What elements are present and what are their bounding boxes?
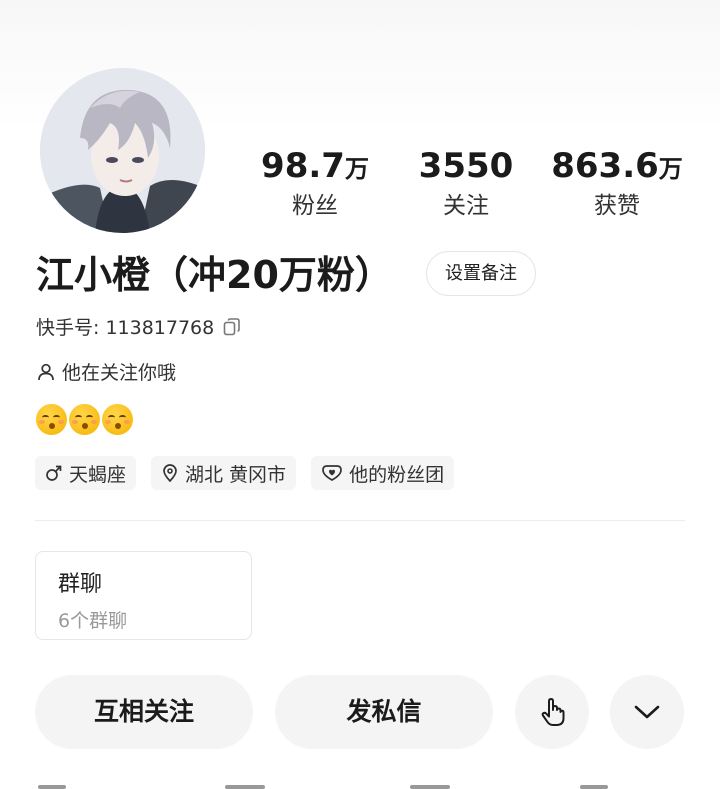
- location-text: 湖北 黄冈市: [185, 463, 287, 486]
- location-pin-icon: [161, 464, 179, 482]
- likes-label: 获赞: [594, 193, 640, 219]
- copy-icon[interactable]: [222, 317, 242, 337]
- kwai-id: 快手号: 113817768: [36, 313, 242, 340]
- more-button[interactable]: [610, 675, 684, 749]
- avatar-illustration: [40, 68, 205, 233]
- group-chat-title: 群聊: [58, 572, 103, 597]
- kissing-face-emoji-icon: [102, 404, 133, 435]
- heart-badge-icon: [321, 464, 343, 482]
- next-section-peek: [0, 782, 720, 789]
- following-count: 3550: [391, 146, 541, 189]
- mutual-follow-button[interactable]: 互相关注: [35, 675, 253, 749]
- chevron-down-icon: [634, 704, 660, 720]
- set-remark-button[interactable]: 设置备注: [426, 251, 536, 296]
- tag-zodiac: 天蝎座: [35, 456, 137, 490]
- poke-button[interactable]: [515, 675, 589, 749]
- send-message-button[interactable]: 发私信: [275, 675, 493, 749]
- fans-label: 粉丝: [292, 193, 338, 219]
- stat-following[interactable]: 3550 关注: [391, 146, 541, 221]
- tag-location: 湖北 黄冈市: [151, 456, 297, 490]
- kissing-face-emoji-icon: [69, 404, 100, 435]
- kwai-id-text: 快手号: 113817768: [36, 317, 215, 339]
- group-chat-count: 6个群聊: [58, 610, 128, 632]
- profile-name: 江小橙（冲20万粉）: [36, 253, 393, 297]
- fan-group-text: 他的粉丝团: [349, 463, 445, 486]
- hand-tap-icon: [537, 696, 567, 728]
- follows-you-hint: 他在关注你哦: [36, 358, 176, 385]
- person-icon: [36, 362, 56, 382]
- fans-count-value: 98.7: [261, 146, 345, 186]
- zodiac-text: 天蝎座: [69, 463, 127, 486]
- follows-you-text: 他在关注你哦: [62, 362, 177, 384]
- likes-count-unit: 万: [658, 155, 683, 183]
- male-icon: [45, 464, 63, 482]
- fans-count-unit: 万: [344, 155, 369, 183]
- profile-stats: 98.7万 粉丝 3550 关注 863.6万 获赞: [240, 146, 700, 226]
- group-chat-card[interactable]: 群聊 6个群聊: [35, 551, 252, 640]
- following-label: 关注: [443, 193, 489, 219]
- likes-count: 863.6万: [542, 146, 692, 189]
- bio-emoji-row: [36, 404, 135, 435]
- fans-count: 98.7万: [240, 146, 390, 189]
- avatar[interactable]: [40, 68, 205, 233]
- tag-fan-group[interactable]: 他的粉丝团: [311, 456, 455, 490]
- likes-count-value: 863.6: [551, 146, 659, 186]
- kissing-face-emoji-icon: [36, 404, 67, 435]
- stat-fans[interactable]: 98.7万 粉丝: [240, 146, 390, 221]
- stat-likes[interactable]: 863.6万 获赞: [542, 146, 692, 221]
- following-count-value: 3550: [418, 146, 514, 186]
- profile-tags: 天蝎座 湖北 黄冈市 他的粉丝团: [35, 456, 469, 490]
- section-divider: [35, 520, 685, 521]
